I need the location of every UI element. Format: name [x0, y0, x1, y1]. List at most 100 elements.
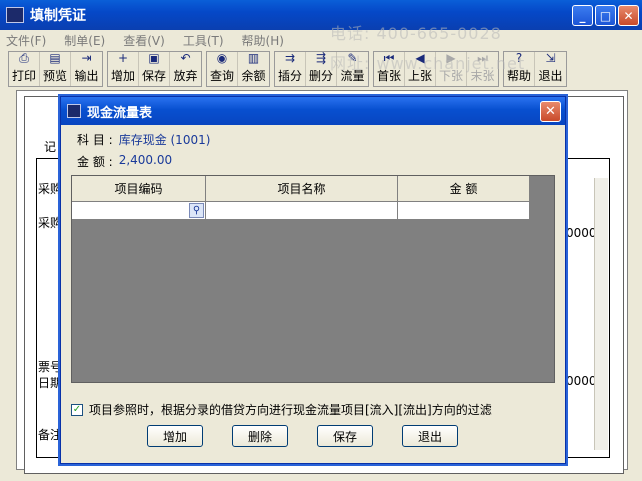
- toolbar-button-bar-chart[interactable]: ▥ 余额: [238, 51, 269, 86]
- cash-flow-grid: 项目编码 项目名称 金 额 ⚲: [71, 175, 555, 383]
- minimize-button[interactable]: _: [572, 5, 593, 26]
- toolbar-button-label: 增加: [110, 69, 135, 83]
- remark-label: 备注: [38, 428, 63, 442]
- column-header-name[interactable]: 项目名称: [206, 176, 398, 202]
- exit-button[interactable]: 退出: [402, 425, 458, 447]
- main-titlebar: 填制凭证 _ □ ✕: [0, 0, 642, 30]
- toolbar-button-label: 保存: [141, 69, 166, 83]
- toolbar-button-prev[interactable]: ◀ 上张: [405, 51, 436, 86]
- toolbar-button-printer[interactable]: ⎙ 打印: [9, 51, 40, 86]
- toolbar-button-label: 预览: [42, 69, 67, 83]
- save-icon: ▣: [148, 51, 160, 65]
- close-button[interactable]: ✕: [618, 5, 639, 26]
- toolbar-button-exit[interactable]: ⇲ 退出: [535, 51, 566, 86]
- dialog-titlebar: 现金流量表 ✕: [61, 97, 565, 125]
- voucher-type-label: 记: [44, 140, 57, 154]
- amount-row: 金 额 : 2,400.00: [77, 153, 172, 170]
- amount-cell-2: 0000: [566, 374, 597, 388]
- toolbar-button-label: 删分: [308, 69, 333, 83]
- date-label: 日期: [38, 376, 63, 390]
- toolbar-button-insert-row[interactable]: ⇉ 插分: [275, 51, 306, 86]
- amount-value: 2,400.00: [118, 153, 173, 167]
- preview-icon: ▤: [49, 51, 61, 65]
- menu-view[interactable]: 查看(V): [123, 32, 165, 49]
- toolbar-button-last[interactable]: ⏭ 末张: [467, 51, 498, 86]
- toolbar-button-next[interactable]: ▶ 下张: [436, 51, 467, 86]
- toolbar-button-label: 上张: [407, 69, 432, 83]
- toolbar-button-add[interactable]: + 增加: [108, 51, 139, 86]
- toolbar-button-label: 余额: [241, 69, 266, 83]
- toolbar-button-label: 退出: [538, 69, 563, 83]
- voucher-scrollbar[interactable]: [594, 178, 608, 450]
- toolbar-button-label: 流量: [340, 69, 365, 83]
- menu-bar: 文件(F) 制单(E) 查看(V) 工具(T) 帮助(H): [0, 30, 642, 50]
- toolbar-group: ? 帮助 ⇲ 退出: [503, 51, 567, 87]
- toolbar-group: ⎙ 打印 ▤ 预览 ⇥ 输出: [8, 51, 103, 87]
- menu-voucher[interactable]: 制单(E): [64, 32, 105, 49]
- subject-value: 库存现金 (1001): [118, 133, 211, 147]
- toolbar-group: ⏮ 首张 ◀ 上张 ▶ 下张 ⏭ 末张: [373, 51, 499, 87]
- project-name-cell[interactable]: [206, 202, 398, 220]
- window-title: 填制凭证: [30, 8, 86, 24]
- menu-file[interactable]: 文件(F): [6, 32, 46, 49]
- binoculars-icon: ◉: [216, 51, 228, 65]
- amount-cell-1: 0000: [566, 226, 597, 240]
- menu-help[interactable]: 帮助(H): [242, 32, 284, 49]
- delete-button[interactable]: 删除: [232, 425, 288, 447]
- toolbar-button-flow[interactable]: ✎ 流量: [337, 51, 368, 86]
- flow-icon: ✎: [347, 51, 358, 65]
- save-button[interactable]: 保存: [317, 425, 373, 447]
- toolbar-button-label: 末张: [470, 69, 495, 83]
- grid-header: 项目编码 项目名称 金 额: [72, 176, 530, 202]
- toolbar-group: ⇉ 插分 ⇶ 删分 ✎ 流量: [274, 51, 369, 87]
- bar-chart-icon: ▥: [247, 51, 260, 65]
- printer-icon: ⎙: [19, 51, 29, 65]
- column-header-amount[interactable]: 金 额: [398, 176, 530, 202]
- add-icon: +: [117, 51, 129, 65]
- toolbar-button-delete-row[interactable]: ⇶ 删分: [306, 51, 337, 86]
- toolbar-button-export[interactable]: ⇥ 输出: [71, 51, 102, 86]
- prev-icon: ◀: [415, 51, 425, 65]
- cash-flow-dialog: 现金流量表 ✕ 科 目 : 库存现金 (1001) 金 额 : 2,400.00…: [60, 96, 566, 464]
- toolbar-button-binoculars[interactable]: ◉ 查询: [207, 51, 238, 86]
- undo-icon: ↶: [180, 51, 191, 65]
- project-code-cell[interactable]: ⚲: [72, 202, 206, 220]
- toolbar-group: ◉ 查询 ▥ 余额: [206, 51, 270, 87]
- window-controls: _ □ ✕: [572, 5, 639, 26]
- column-header-code[interactable]: 项目编码: [72, 176, 206, 202]
- last-icon: ⏭: [477, 51, 488, 65]
- dialog-title: 现金流量表: [87, 105, 153, 121]
- toolbar-button-label: 查询: [209, 69, 234, 83]
- grid-row: ⚲: [72, 202, 530, 220]
- app-icon: [6, 7, 24, 23]
- subject-label: 科 目 :: [77, 133, 113, 147]
- toolbar-button-undo[interactable]: ↶ 放弃: [170, 51, 201, 86]
- exit-icon: ⇲: [545, 51, 556, 65]
- toolbar-button-first[interactable]: ⏮ 首张: [374, 51, 405, 86]
- toolbar-button-label: 帮助: [506, 69, 531, 83]
- filter-option: ✓ 项目参照时，根据分录的借贷方向进行现金流量项目[流入][流出]方向的过滤: [71, 401, 492, 418]
- lookup-icon[interactable]: ⚲: [189, 203, 204, 218]
- toolbar-button-label: 首张: [376, 69, 401, 83]
- dialog-close-button[interactable]: ✕: [540, 101, 561, 122]
- toolbar: ⎙ 打印 ▤ 预览 ⇥ 输出 + 增加 ▣ 保存 ↶ 放弃 ◉ 查询 ▥ 余额 ⇉ 插分 ⇶ 删分 ✎ 流量 ⏮ 首张 ◀ 上张 ▶…: [8, 51, 571, 87]
- toolbar-button-label: 插分: [277, 69, 302, 83]
- toolbar-button-help[interactable]: ? 帮助: [504, 51, 535, 86]
- dialog-app-icon: [67, 104, 81, 118]
- filter-checkbox[interactable]: ✓: [71, 403, 83, 416]
- delete-row-icon: ⇶: [315, 51, 327, 65]
- filter-checkbox-label: 项目参照时，根据分录的借贷方向进行现金流量项目[流入][流出]方向的过滤: [89, 403, 492, 417]
- entry-summary-1: 采购: [38, 182, 63, 196]
- toolbar-button-label: 打印: [11, 69, 36, 83]
- toolbar-button-label: 放弃: [173, 69, 198, 83]
- add-button[interactable]: 增加: [147, 425, 203, 447]
- first-icon: ⏮: [383, 51, 395, 65]
- menu-tools[interactable]: 工具(T): [183, 32, 224, 49]
- toolbar-group: + 增加 ▣ 保存 ↶ 放弃: [107, 51, 202, 87]
- project-amount-cell[interactable]: [398, 202, 530, 220]
- toolbar-button-preview[interactable]: ▤ 预览: [40, 51, 71, 86]
- toolbar-button-save[interactable]: ▣ 保存: [139, 51, 170, 86]
- toolbar-button-label: 下张: [438, 69, 463, 83]
- maximize-button[interactable]: □: [595, 5, 616, 26]
- entry-summary-2: 采购: [38, 216, 63, 230]
